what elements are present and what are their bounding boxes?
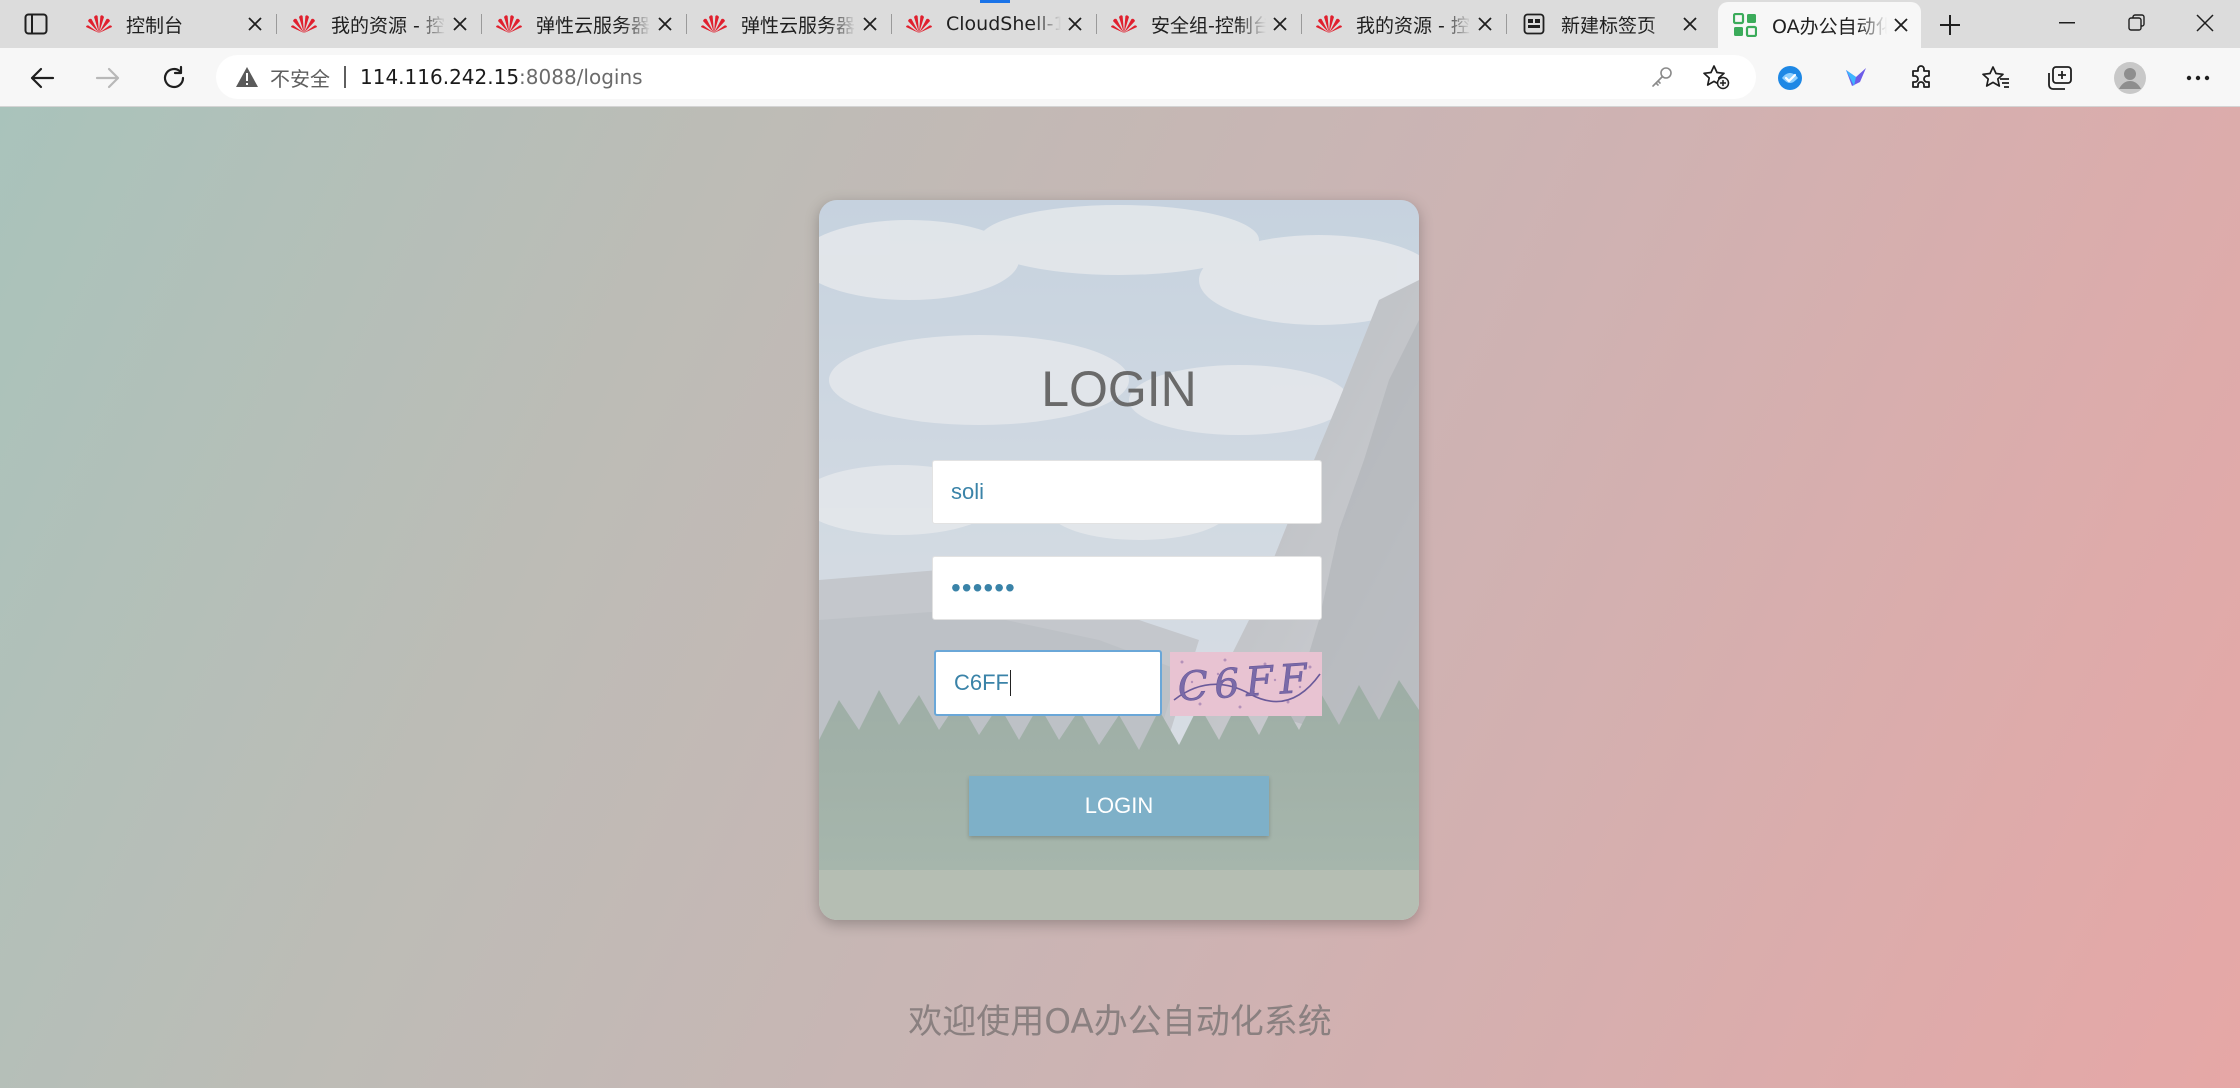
browser-tab[interactable]: 我的资源 - 控制台 <box>277 4 480 44</box>
oa-app-icon <box>1730 13 1760 37</box>
password-input[interactable]: •••••• <box>932 556 1322 620</box>
more-menu-icon[interactable] <box>2178 58 2218 98</box>
huawei-logo-icon <box>84 12 114 36</box>
huawei-logo-icon <box>699 12 729 36</box>
captcha-input-value: C6FF <box>954 670 1009 695</box>
login-button-label: LOGIN <box>1084 793 1154 818</box>
login-card: LOGIN soli •••••• C6FF C6FF LOGIN <box>819 200 1419 920</box>
login-heading: LOGIN <box>1041 361 1197 417</box>
url-path: :8088/logins <box>519 65 643 89</box>
tab-actions-icon[interactable] <box>14 9 58 39</box>
tab-title: 我的资源 - 控制台 <box>1356 14 1471 37</box>
huawei-logo-icon <box>904 12 934 36</box>
browser-tab[interactable]: 新建标签页 <box>1507 4 1710 44</box>
collections-icon[interactable] <box>2040 58 2080 98</box>
password-key-icon[interactable] <box>1644 59 1680 95</box>
favorites-icon[interactable] <box>1976 58 2016 98</box>
captcha-input[interactable]: C6FF <box>934 650 1162 716</box>
bird-extension-icon[interactable] <box>1836 58 1876 98</box>
new-tab-button[interactable] <box>1934 9 1966 41</box>
refresh-icon[interactable] <box>154 58 194 98</box>
captcha-image[interactable]: C6FF <box>1170 652 1322 716</box>
tab-title: 安全组-控制台 <box>1151 14 1266 37</box>
browser-tab[interactable]: 弹性云服务器 <box>482 4 685 44</box>
tab-title: 控制台 <box>126 14 184 37</box>
huawei-logo-icon <box>289 12 319 36</box>
page-viewport: LOGIN soli •••••• C6FF C6FF LOGIN 欢迎使用OA… <box>0 107 2240 1088</box>
tab-title: 我的资源 - 控制台 <box>331 14 446 37</box>
password-value: •••••• <box>951 572 1016 603</box>
close-icon[interactable] <box>1887 11 1915 39</box>
close-icon[interactable] <box>1266 10 1294 38</box>
close-icon[interactable] <box>856 10 884 38</box>
profile-avatar-icon[interactable] <box>2110 58 2150 98</box>
browser-tab[interactable]: CloudShell-1 <box>892 4 1095 44</box>
browser-toolbar: 不安全 114.116.242.15 :8088/logins <box>0 48 2240 107</box>
huawei-logo-icon <box>1314 12 1344 36</box>
tab-title: 弹性云服务器 <box>741 14 856 37</box>
close-icon[interactable] <box>446 10 474 38</box>
browser-tab-active[interactable]: OA办公自动化系统 <box>1718 2 1921 48</box>
minimize-icon[interactable] <box>2034 0 2100 46</box>
back-arrow-icon[interactable] <box>22 58 62 98</box>
warning-triangle-icon[interactable] <box>234 64 260 90</box>
tab-title: 新建标签页 <box>1561 14 1657 37</box>
window-close-icon[interactable] <box>2172 0 2238 46</box>
browser-tab[interactable]: 弹性云服务器 <box>687 4 890 44</box>
extensions-puzzle-icon[interactable] <box>1902 58 1942 98</box>
forward-arrow-icon[interactable] <box>88 58 128 98</box>
username-value: soli <box>951 479 985 504</box>
login-button[interactable]: LOGIN <box>969 776 1269 836</box>
close-icon[interactable] <box>1471 10 1499 38</box>
close-icon[interactable] <box>1676 10 1704 38</box>
username-input[interactable]: soli <box>932 460 1322 524</box>
tab-strip: 控制台 我的资源 - 控制台 弹性云服务器 弹性云服务器 CloudShell-… <box>0 0 2240 48</box>
close-icon[interactable] <box>241 10 269 38</box>
text-caret <box>1010 670 1011 696</box>
address-bar[interactable]: 不安全 114.116.242.15 :8088/logins <box>216 55 1756 99</box>
huawei-logo-icon <box>494 12 524 36</box>
browser-tab[interactable]: 安全组-控制台 <box>1097 4 1300 44</box>
welcome-text: 欢迎使用OA办公自动化系统 <box>908 1002 1332 1042</box>
tab-title: CloudShell-1 <box>946 13 1061 35</box>
captcha-text: C6FF <box>1176 655 1314 710</box>
url-host: 114.116.242.15 <box>360 65 520 89</box>
browser-essentials-icon[interactable] <box>1770 58 1810 98</box>
huawei-logo-icon <box>1109 12 1139 36</box>
loading-indicator <box>980 0 1010 3</box>
browser-tab[interactable]: 控制台 <box>72 4 275 44</box>
close-icon[interactable] <box>1061 10 1089 38</box>
close-icon[interactable] <box>651 10 679 38</box>
address-divider <box>344 66 346 88</box>
tab-title: OA办公自动化系统 <box>1772 15 1887 38</box>
restore-icon[interactable] <box>2104 0 2170 46</box>
browser-tab[interactable]: 我的资源 - 控制台 <box>1302 4 1505 44</box>
security-label[interactable]: 不安全 <box>270 63 330 92</box>
new-tab-page-icon <box>1519 12 1549 36</box>
tab-title: 弹性云服务器 <box>536 14 651 37</box>
add-favorite-icon[interactable] <box>1698 59 1734 95</box>
